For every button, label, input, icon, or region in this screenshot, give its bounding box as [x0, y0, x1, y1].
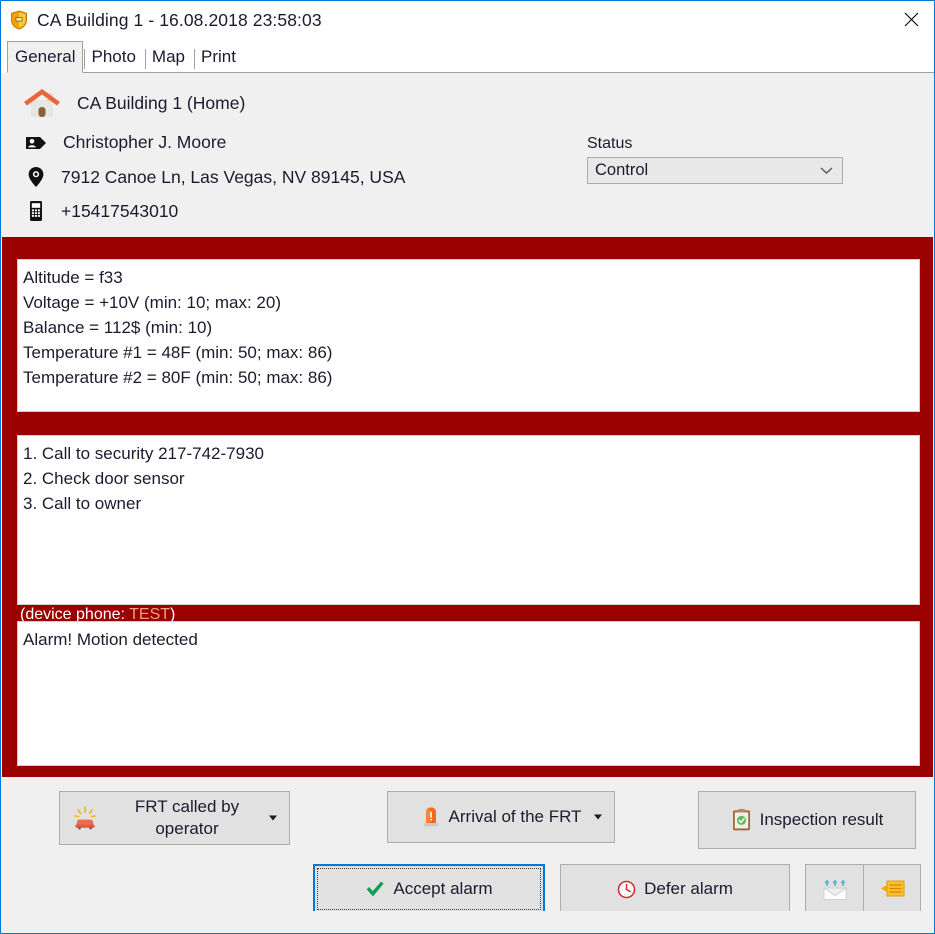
location-pin-icon — [22, 166, 50, 188]
accept-alarm-button[interactable]: Accept alarm — [313, 864, 545, 914]
inspection-result-button[interactable]: Inspection result — [698, 791, 916, 849]
alarm-region: Altitude = f33 Voltage = +10V (min: 10; … — [2, 237, 933, 777]
object-name: CA Building 1 (Home) — [77, 92, 246, 113]
instruction-line: 1. Call to security 217-742-7930 — [23, 444, 264, 463]
shield-icon — [10, 10, 28, 30]
dropdown-arrow-icon[interactable] — [594, 814, 602, 820]
contact-name-row: Christopher J. Moore — [22, 132, 226, 153]
house-icon — [19, 86, 65, 120]
alarm-message-panel: Alarm! Motion detected — [17, 621, 920, 766]
window-footer — [2, 911, 933, 933]
mobile-phone-icon — [22, 200, 50, 222]
close-button[interactable] — [888, 1, 934, 37]
alarm-message-line: Alarm! Motion detected — [23, 630, 198, 649]
clipboard-check-icon — [731, 808, 752, 832]
measurement-line: Voltage = +10V (min: 10; max: 20) — [23, 293, 281, 312]
instruction-line: 3. Call to owner — [23, 494, 142, 513]
phone-value: +15417543010 — [61, 200, 179, 221]
address-row: 7912 Canoe Ln, Las Vegas, NV 89145, USA — [22, 166, 405, 188]
send-mail-icon — [821, 877, 849, 901]
instructions-panel: 1. Call to security 217-742-7930 2. Chec… — [17, 435, 920, 605]
status-dropdown[interactable]: Control — [587, 157, 843, 184]
contact-name: Christopher J. Moore — [63, 132, 227, 152]
title-bar: CA Building 1 - 16.08.2018 23:58:03 — [1, 1, 934, 39]
frt-called-label: FRT called by operator — [134, 797, 240, 838]
arrival-of-frt-button[interactable]: Arrival of the FRT — [387, 791, 615, 843]
status-value: Control — [595, 161, 649, 179]
send-mail-button[interactable] — [805, 864, 865, 914]
object-info-panel: CA Building 1 (Home) Christopher J. Moor… — [2, 73, 933, 237]
dropdown-arrow-icon[interactable] — [269, 815, 277, 821]
object-name-row: CA Building 1 (Home) — [19, 86, 245, 120]
green-check-icon — [365, 880, 385, 898]
tab-print[interactable]: Print — [193, 41, 244, 73]
instruction-line: 2. Check door sensor — [23, 469, 185, 488]
application-window: CA Building 1 - 16.08.2018 23:58:03 Gene… — [0, 0, 935, 934]
tab-general[interactable]: General — [7, 41, 84, 73]
tab-photo[interactable]: Photo — [83, 41, 143, 73]
chevron-down-icon — [820, 162, 833, 180]
alarm-beacon-icon — [421, 806, 441, 828]
contact-card-icon — [22, 135, 50, 151]
arrival-label: Arrival of the FRT — [448, 807, 582, 826]
note-button[interactable] — [863, 864, 921, 914]
red-clock-icon — [617, 880, 636, 899]
measurement-line: Temperature #2 = 80F (min: 50; max: 86) — [23, 368, 333, 387]
measurement-line: Balance = 112$ (min: 10) — [23, 318, 213, 337]
tab-map[interactable]: Map — [144, 41, 193, 73]
phone-row: +15417543010 — [22, 200, 178, 222]
accept-alarm-label: Accept alarm — [393, 879, 493, 898]
measurements-panel: Altitude = f33 Voltage = +10V (min: 10; … — [17, 259, 920, 412]
measurement-line: Temperature #1 = 48F (min: 50; max: 86) — [23, 343, 333, 362]
emergency-car-icon — [72, 805, 98, 831]
orange-note-icon — [878, 878, 906, 900]
inspection-label: Inspection result — [759, 810, 884, 829]
defer-alarm-button[interactable]: Defer alarm — [560, 864, 790, 914]
action-button-bar: FRT called by operator Arrival of the FRT — [2, 777, 933, 933]
frt-called-by-operator-button[interactable]: FRT called by operator — [59, 791, 290, 845]
status-label: Status — [587, 135, 633, 152]
status-field: Status Control — [587, 135, 843, 184]
window-title: CA Building 1 - 16.08.2018 23:58:03 — [37, 9, 322, 30]
tab-strip: General Photo Map Print — [1, 39, 934, 73]
measurement-line: Altitude = f33 — [23, 268, 123, 287]
address-value: 7912 Canoe Ln, Las Vegas, NV 89145, USA — [61, 166, 406, 187]
defer-alarm-label: Defer alarm — [644, 879, 733, 898]
